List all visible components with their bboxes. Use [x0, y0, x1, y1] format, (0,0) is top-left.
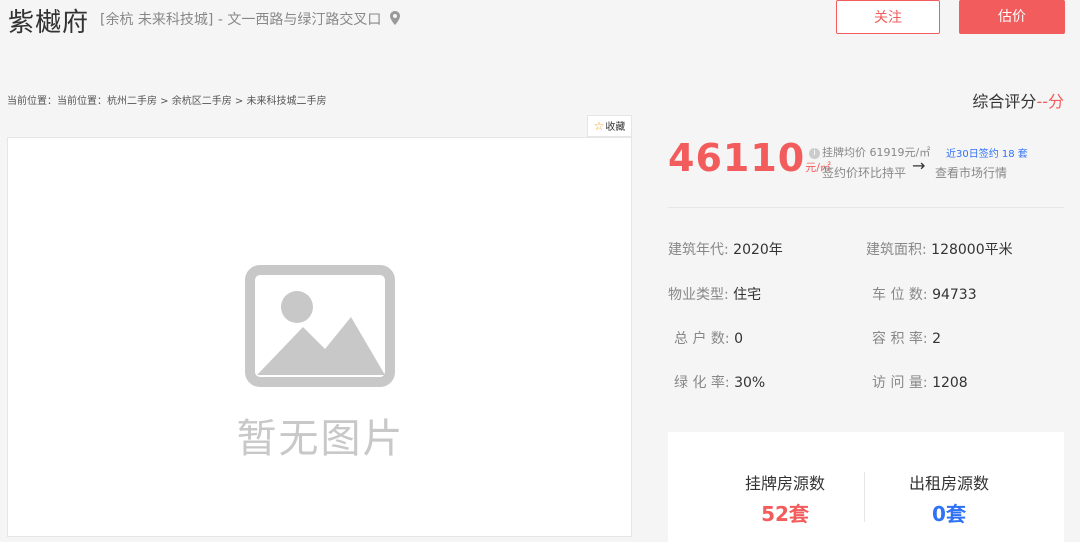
price-mom: 签约价环比持平: [822, 166, 907, 180]
breadcrumb-separator: >: [231, 96, 247, 107]
estimate-button[interactable]: 估价: [959, 0, 1065, 34]
breadcrumb-item-weilai[interactable]: 未来科技城二手房: [247, 96, 327, 107]
image-placeholder-icon: [245, 265, 395, 387]
rental-count-label: 出租房源数: [908, 474, 989, 493]
overall-score: 综合评分--分: [972, 88, 1064, 112]
follow-button[interactable]: 关注: [836, 0, 940, 34]
prop-area: 建筑面积: 128000平米: [866, 239, 1013, 259]
header-bar: 紫樾府 [余杭 未来科技城] - 文一西路与绿汀路交叉口 关注 估价: [0, 0, 1080, 60]
prop-parking: 车 位 数: 94733: [872, 284, 977, 304]
prop-far: 容 积 率: 2: [872, 328, 941, 348]
photo-area: 暂无图片: [7, 137, 632, 537]
community-address: [余杭 未来科技城] - 文一西路与绿汀路交叉口: [100, 12, 382, 28]
price-value: 46110: [668, 136, 806, 180]
prop-far-label: 容 积 率:: [872, 331, 928, 347]
no-image-text: 暂无图片: [236, 416, 405, 462]
prop-households: 总 户 数: 0: [674, 328, 743, 348]
score-value: --分: [1036, 92, 1064, 111]
breadcrumb-prefix: 当前位置：: [7, 96, 57, 107]
prop-visits: 访 问 量: 1208: [872, 372, 968, 392]
prop-year-label: 建筑年代:: [668, 242, 729, 258]
score-label: 综合评分: [972, 92, 1037, 111]
breadcrumb-separator: >: [157, 96, 172, 107]
prop-year-value: 2020年: [733, 242, 783, 258]
location-pin-icon[interactable]: [390, 11, 400, 25]
favorite-label: 收藏: [605, 122, 626, 133]
prop-type: 物业类型: 住宅: [668, 284, 761, 304]
breadcrumb-item-yuhang[interactable]: 余杭区二手房: [172, 96, 232, 107]
listing-stats: 挂牌房源数 52套 出租房源数 0套: [668, 432, 1064, 542]
rental-count-value[interactable]: 0套: [869, 498, 1029, 527]
prop-far-value: 2: [932, 331, 941, 347]
prop-type-label: 物业类型:: [668, 287, 729, 303]
price-block: 46110元/㎡: [668, 136, 831, 180]
prop-area-value: 128000平米: [931, 242, 1013, 258]
favorite-button[interactable]: ☆收藏: [587, 115, 632, 137]
prop-parking-value: 94733: [932, 287, 977, 303]
star-icon: ☆: [593, 119, 605, 133]
breadcrumb: 当前位置：当前位置：杭州二手房 > 余杭区二手房 > 未来科技城二手房: [7, 92, 327, 107]
community-title: 紫樾府: [8, 8, 90, 38]
prop-green-label: 绿 化 率:: [674, 375, 730, 391]
info-icon[interactable]: i: [809, 148, 820, 159]
breadcrumb-item-hangzhou[interactable]: 当前位置：杭州二手房: [57, 96, 157, 107]
prop-green-value: 30%: [734, 375, 766, 391]
prop-type-value: 住宅: [733, 287, 762, 303]
prop-visits-value: 1208: [932, 375, 968, 391]
divider: [668, 207, 1064, 208]
prop-year: 建筑年代: 2020年: [668, 239, 783, 259]
prop-visits-label: 访 问 量:: [872, 375, 928, 391]
arrow-right-icon: →: [912, 156, 926, 175]
prop-households-label: 总 户 数:: [674, 331, 730, 347]
recent-deals-link[interactable]: 近30日签约 18 套: [946, 145, 1028, 160]
stats-divider: [864, 472, 865, 522]
listing-count-label: 挂牌房源数: [744, 474, 825, 493]
market-trend-link[interactable]: 查看市场行情: [935, 164, 1007, 181]
prop-parking-label: 车 位 数:: [872, 287, 928, 303]
listing-count-value[interactable]: 52套: [705, 498, 865, 527]
prop-area-label: 建筑面积:: [866, 242, 927, 258]
prop-green: 绿 化 率: 30%: [674, 372, 765, 392]
prop-households-value: 0: [734, 331, 743, 347]
